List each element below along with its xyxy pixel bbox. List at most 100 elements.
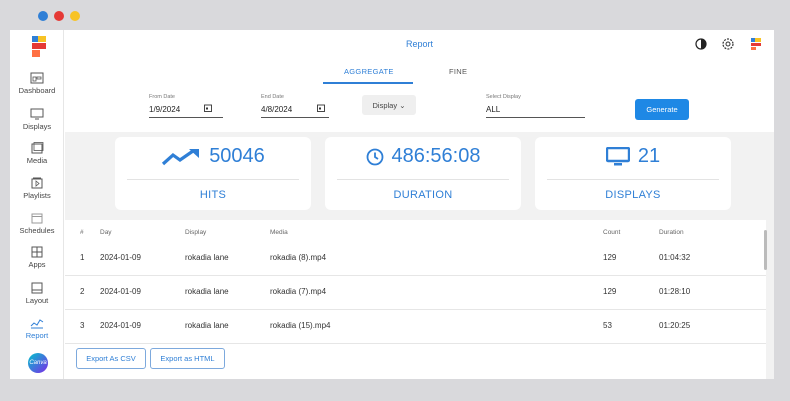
clock-icon bbox=[366, 148, 383, 165]
canva-label: Canva bbox=[29, 360, 47, 366]
row-index: 2 bbox=[80, 287, 85, 296]
end-date-label: End Date bbox=[261, 94, 284, 100]
select-display-label: Select Display bbox=[486, 94, 521, 100]
column-header-duration[interactable]: Duration bbox=[659, 229, 684, 236]
monitor-icon bbox=[605, 146, 630, 165]
sidebar-item-label: Apps bbox=[28, 260, 46, 269]
gear-icon[interactable] bbox=[721, 37, 735, 51]
calendar-icon bbox=[31, 213, 43, 224]
row-day: 2024-01-09 bbox=[100, 321, 141, 330]
displays-value: 21 bbox=[637, 145, 661, 167]
tab-fine[interactable]: FINE bbox=[449, 67, 467, 76]
apps-icon bbox=[31, 246, 43, 258]
close-dot[interactable] bbox=[38, 11, 48, 21]
sidebar-item-dashboard[interactable]: Dashboard bbox=[10, 72, 64, 95]
row-media: rokadia (8).mp4 bbox=[270, 253, 327, 262]
row-media: rokadia (15).mp4 bbox=[270, 321, 331, 330]
sidebar-item-label: Media bbox=[26, 156, 48, 165]
sidebar-item-label: Layout bbox=[25, 296, 49, 305]
row-duration: 01:20:25 bbox=[659, 321, 691, 330]
active-tab-indicator bbox=[323, 82, 413, 84]
sidebar-item-apps[interactable]: Apps bbox=[10, 246, 64, 269]
app-logo-icon[interactable] bbox=[30, 36, 50, 58]
table-scrollbar[interactable] bbox=[764, 230, 767, 270]
calendar-icon[interactable] bbox=[204, 104, 212, 112]
top-bar: Report AGGREGATE FINE bbox=[65, 30, 774, 85]
playlist-icon bbox=[31, 177, 43, 189]
displays-label: DISPLAYS bbox=[605, 189, 661, 201]
card-divider bbox=[127, 179, 299, 180]
displays-card: 21 DISPLAYS bbox=[535, 137, 731, 210]
column-header-day[interactable]: Day bbox=[100, 229, 112, 236]
row-duration: 01:04:32 bbox=[659, 253, 691, 262]
table-row[interactable]: 2 2024-01-09 rokadia lane rokadia (7).mp… bbox=[65, 276, 766, 310]
end-date-input[interactable]: 4/8/2024 bbox=[261, 105, 292, 114]
maximize-dot[interactable] bbox=[70, 11, 80, 21]
sidebar-item-report[interactable]: Report bbox=[10, 317, 64, 340]
duration-card: 486:56:08 DURATION bbox=[325, 137, 521, 210]
row-day: 2024-01-09 bbox=[100, 287, 141, 296]
row-display: rokadia lane bbox=[185, 253, 229, 262]
export-csv-button[interactable]: Export As CSV bbox=[76, 348, 146, 369]
column-header-count[interactable]: Count bbox=[603, 229, 620, 236]
from-date-underline bbox=[149, 117, 223, 118]
sidebar-item-label: Dashboard bbox=[18, 86, 56, 95]
from-date-input[interactable]: 1/9/2024 bbox=[149, 105, 180, 114]
theme-toggle-icon[interactable] bbox=[694, 37, 708, 51]
from-date-label: From Date bbox=[149, 94, 175, 100]
hits-card: 50046 HITS bbox=[115, 137, 311, 210]
sidebar-item-playlists[interactable]: Playlists bbox=[10, 177, 64, 200]
sidebar-item-displays[interactable]: Displays bbox=[10, 108, 64, 131]
brand-logo-icon[interactable] bbox=[749, 37, 763, 51]
calendar-icon[interactable] bbox=[317, 104, 325, 112]
sidebar-item-label: Displays bbox=[22, 122, 52, 131]
sidebar: Dashboard Displays Media Playlists Sched… bbox=[10, 30, 64, 379]
canva-button[interactable]: Canva bbox=[28, 353, 48, 373]
generate-button[interactable]: Generate bbox=[635, 99, 689, 120]
export-html-button[interactable]: Export as HTML bbox=[150, 348, 225, 369]
display-dropdown-button[interactable]: Display ⌄ bbox=[362, 95, 416, 115]
table-row[interactable]: 3 2024-01-09 rokadia lane rokadia (15).m… bbox=[65, 310, 766, 344]
column-header-display[interactable]: Display bbox=[185, 229, 206, 236]
row-display: rokadia lane bbox=[185, 287, 229, 296]
minimize-dot[interactable] bbox=[54, 11, 64, 21]
app-window: Dashboard Displays Media Playlists Sched… bbox=[10, 30, 774, 379]
hits-value: 50046 bbox=[209, 145, 265, 167]
sidebar-item-label: Playlists bbox=[23, 191, 51, 200]
sidebar-item-media[interactable]: Media bbox=[10, 142, 64, 165]
sidebar-item-schedules[interactable]: Schedules bbox=[10, 212, 64, 235]
column-header-media[interactable]: Media bbox=[270, 229, 288, 236]
duration-value: 486:56:08 bbox=[391, 145, 481, 167]
row-duration: 01:28:10 bbox=[659, 287, 691, 296]
media-icon bbox=[31, 142, 44, 154]
table-row[interactable]: 1 2024-01-09 rokadia lane rokadia (8).mp… bbox=[65, 242, 766, 276]
card-divider bbox=[337, 179, 509, 180]
sidebar-item-label: Report bbox=[25, 331, 49, 340]
trending-up-icon bbox=[162, 148, 200, 165]
duration-label: DURATION bbox=[393, 189, 453, 201]
hits-label: HITS bbox=[199, 189, 227, 201]
chart-icon bbox=[30, 319, 44, 329]
window-controls bbox=[38, 11, 80, 21]
monitor-icon bbox=[30, 108, 44, 120]
row-media: rokadia (7).mp4 bbox=[270, 287, 327, 296]
sidebar-item-layout[interactable]: Layout bbox=[10, 282, 64, 305]
layout-icon bbox=[31, 282, 43, 294]
row-index: 3 bbox=[80, 321, 85, 330]
row-count: 129 bbox=[603, 253, 617, 262]
dashboard-icon bbox=[30, 72, 44, 84]
row-index: 1 bbox=[80, 253, 85, 262]
select-display-underline bbox=[486, 117, 585, 118]
tab-aggregate[interactable]: AGGREGATE bbox=[344, 67, 394, 76]
column-header-index[interactable]: # bbox=[80, 229, 84, 236]
filters-bar: From Date 1/9/2024 End Date 4/8/2024 Dis… bbox=[65, 85, 774, 132]
main-content: Report AGGREGATE FINE From Date 1/9/2024… bbox=[65, 30, 774, 379]
app-frame: Dashboard Displays Media Playlists Sched… bbox=[0, 0, 790, 401]
card-divider bbox=[547, 179, 719, 180]
row-count: 129 bbox=[603, 287, 617, 296]
page-title: Report bbox=[405, 39, 433, 49]
row-day: 2024-01-09 bbox=[100, 253, 141, 262]
sidebar-item-label: Schedules bbox=[19, 226, 55, 235]
end-date-underline bbox=[261, 117, 329, 118]
select-display-input[interactable]: ALL bbox=[486, 105, 500, 114]
